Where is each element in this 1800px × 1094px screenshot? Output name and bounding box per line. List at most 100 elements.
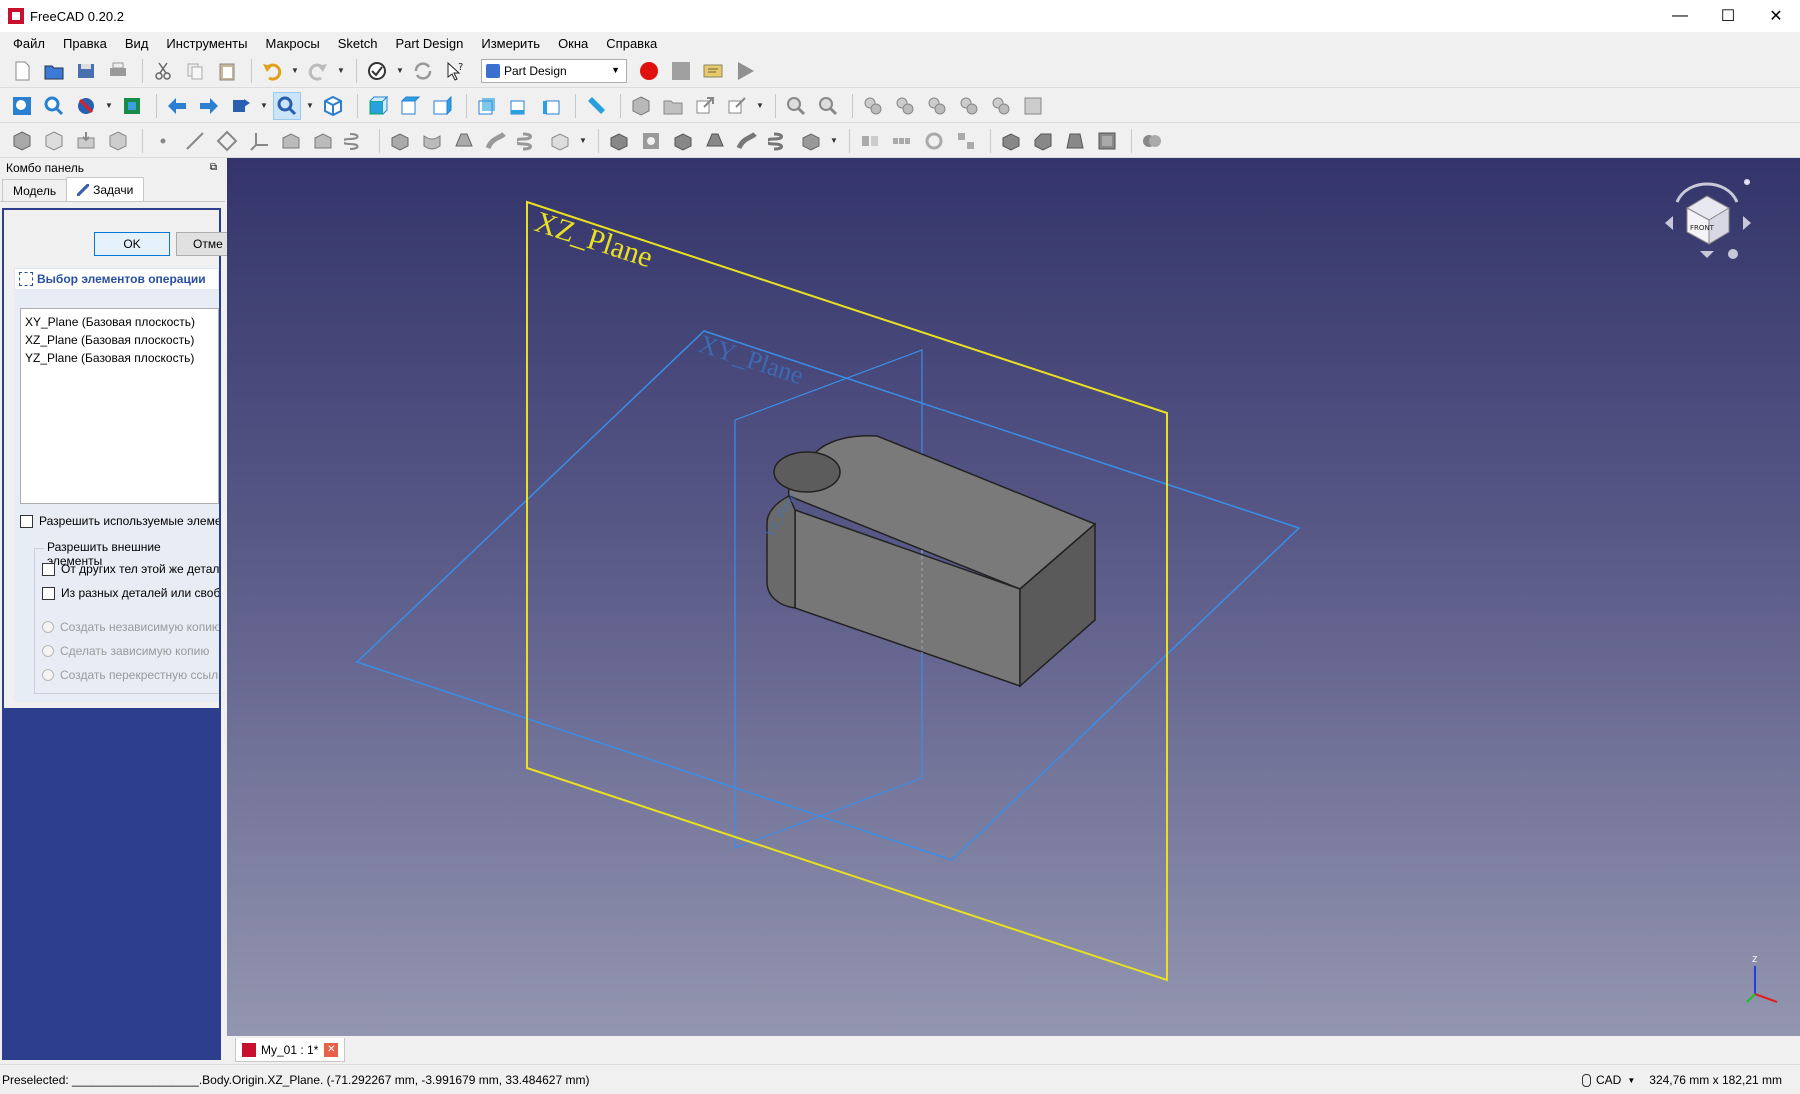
mirrored-button[interactable] [856, 127, 884, 155]
workbench-selector[interactable]: Part Design ▼ [481, 58, 627, 83]
bounding-box-button[interactable] [118, 92, 146, 120]
paste-button[interactable] [213, 57, 241, 85]
polar-pattern-button[interactable] [920, 127, 948, 155]
link-actions-dropdown-arrow[interactable]: ▼ [755, 92, 765, 120]
menu-tools[interactable]: Инструменты [157, 32, 256, 56]
sync-view-dropdown-arrow[interactable]: ▼ [259, 92, 269, 120]
menu-file[interactable]: Файл [4, 32, 54, 56]
menu-edit[interactable]: Правка [54, 32, 116, 56]
create-part-button[interactable] [627, 92, 655, 120]
3d-scene[interactable]: XY_Plane YZ_Plane XZ_Plane FRONT Z [227, 158, 1800, 1036]
datum-line-button[interactable] [181, 127, 209, 155]
3d-view[interactable]: XY_Plane YZ_Plane XZ_Plane FRONT Z [227, 158, 1800, 1036]
navcube-close-dot[interactable] [1744, 179, 1750, 185]
subtractive-loft-button[interactable] [701, 127, 729, 155]
sync-view-button[interactable] [227, 92, 255, 120]
view-isometric-zoom-button[interactable] [273, 91, 301, 120]
clone-button[interactable] [277, 127, 305, 155]
navcube-down-arrow[interactable] [1700, 251, 1714, 258]
additive-loft-button[interactable] [450, 127, 478, 155]
boolean-button[interactable] [1138, 127, 1166, 155]
pad-button[interactable] [386, 127, 414, 155]
view-bottom-button[interactable] [505, 92, 533, 120]
create-group-button[interactable] [659, 92, 687, 120]
cut-button[interactable] [149, 57, 177, 85]
macro-edit-button[interactable] [699, 57, 727, 85]
macro-stop-button[interactable] [667, 57, 695, 85]
fillet-button[interactable] [997, 127, 1025, 155]
groove-button[interactable] [669, 127, 697, 155]
view-rear-button[interactable] [473, 92, 501, 120]
close-button[interactable]: ✕ [1752, 0, 1800, 32]
view-top-button[interactable] [396, 92, 424, 120]
fit-selection-button[interactable] [40, 92, 68, 120]
allow-used-checkbox-row[interactable]: Разрешить используемые элемент [20, 514, 219, 528]
datum-plane-button[interactable] [213, 127, 241, 155]
datum-point-button[interactable] [149, 127, 177, 155]
view-left-button[interactable] [537, 92, 565, 120]
local-cs-button[interactable] [245, 127, 273, 155]
macro-record-button[interactable] [635, 57, 663, 85]
validate-sketch-button[interactable] [72, 127, 100, 155]
recompute-button[interactable] [409, 57, 437, 85]
measure-distance-button[interactable] [582, 92, 610, 120]
view-right-button[interactable] [428, 92, 456, 120]
fit-all-button[interactable] [8, 92, 36, 120]
additive-primitive-dropdown-arrow[interactable]: ▼ [578, 127, 588, 155]
view-isometric-button[interactable] [319, 92, 347, 120]
from-other-bodies-row[interactable]: От других тел этой же детали [42, 562, 219, 576]
navcube-left-arrow[interactable] [1665, 216, 1673, 230]
minimize-button[interactable]: — [1656, 0, 1704, 32]
navigation-cube[interactable]: FRONT [1665, 179, 1751, 259]
tool-button-1[interactable] [859, 92, 887, 120]
link-actions-button[interactable] [723, 92, 751, 120]
copy-button[interactable] [181, 57, 209, 85]
save-button[interactable] [72, 57, 100, 85]
menu-help[interactable]: Справка [597, 32, 666, 56]
menu-windows[interactable]: Окна [549, 32, 597, 56]
menu-sketch[interactable]: Sketch [329, 32, 387, 56]
thickness-button[interactable] [1093, 127, 1121, 155]
tool-button-5[interactable] [987, 92, 1015, 120]
subtractive-primitive-dropdown-arrow[interactable]: ▼ [829, 127, 839, 155]
redo-button[interactable] [304, 57, 332, 85]
whats-this-button[interactable]: ? [441, 57, 469, 85]
refresh-dropdown-arrow[interactable]: ▼ [395, 57, 405, 85]
select-button-2[interactable] [814, 92, 842, 120]
print-button[interactable] [104, 57, 132, 85]
tab-model[interactable]: Модель [2, 179, 68, 201]
allow-used-checkbox[interactable] [20, 514, 33, 528]
from-other-parts-row[interactable]: Из разных деталей или свобод [42, 586, 219, 600]
create-sketch-button[interactable] [40, 127, 68, 155]
draw-style-button[interactable] [72, 92, 100, 120]
ok-button[interactable]: OK [94, 232, 170, 256]
hole-button[interactable] [637, 127, 665, 155]
view-front-button[interactable] [364, 92, 392, 120]
pocket-button[interactable] [605, 127, 633, 155]
close-icon[interactable]: ✕ [324, 1042, 339, 1057]
create-body-button[interactable] [8, 127, 36, 155]
list-item[interactable]: XZ_Plane (Базовая плоскость) [25, 331, 214, 349]
menu-measure[interactable]: Измерить [472, 32, 549, 56]
menu-view[interactable]: Вид [116, 32, 158, 56]
draft-button[interactable] [1061, 127, 1089, 155]
tool-button-6[interactable] [1019, 92, 1047, 120]
menu-macros[interactable]: Макросы [256, 32, 328, 56]
navigation-style-selector[interactable]: CAD ▼ [1582, 1073, 1635, 1087]
menu-part-design[interactable]: Part Design [386, 32, 472, 56]
undo-dropdown-arrow[interactable]: ▼ [290, 57, 300, 85]
macro-run-button[interactable] [731, 57, 759, 85]
list-item[interactable]: YZ_Plane (Базовая плоскость) [25, 349, 214, 367]
additive-primitive-button[interactable] [546, 127, 574, 155]
zoom-dropdown-arrow[interactable]: ▼ [305, 92, 315, 120]
revolution-button[interactable] [418, 127, 446, 155]
draw-style-dropdown-arrow[interactable]: ▼ [104, 92, 114, 120]
shape-binder-button[interactable] [104, 127, 132, 155]
from-other-parts-checkbox[interactable] [42, 586, 55, 600]
additive-pipe-button[interactable] [482, 127, 510, 155]
subtractive-pipe-button[interactable] [733, 127, 761, 155]
tab-tasks[interactable]: Задачи [66, 177, 145, 201]
subtractive-primitive-button[interactable] [797, 127, 825, 155]
tool-button-3[interactable] [923, 92, 951, 120]
multi-transform-button[interactable] [952, 127, 980, 155]
